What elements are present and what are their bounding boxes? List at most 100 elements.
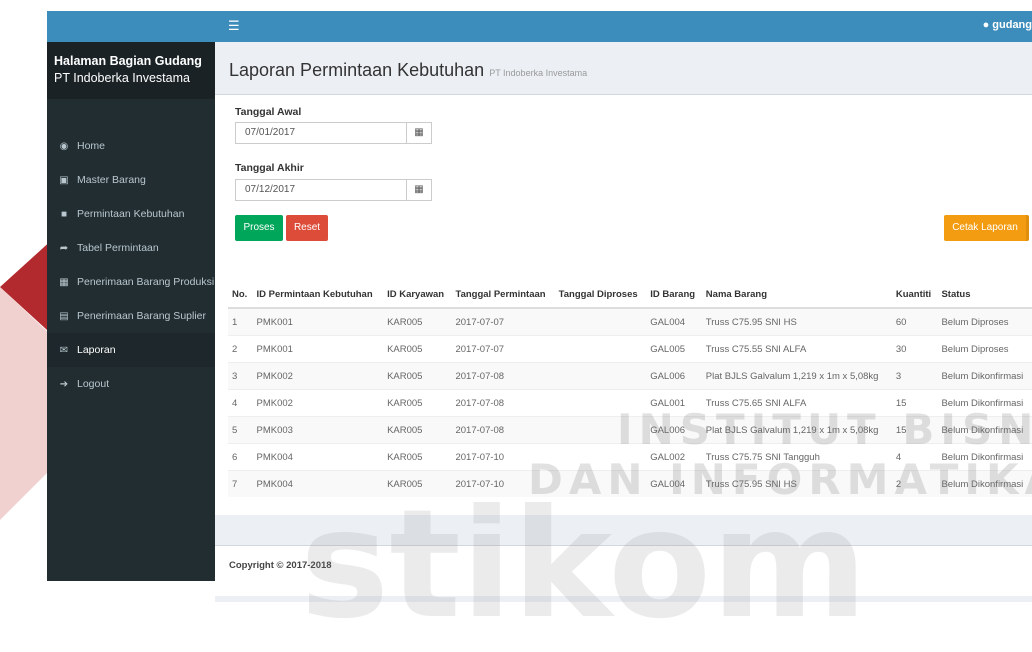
table-cell: PMK004 xyxy=(252,443,384,471)
table-cell: PMK002 xyxy=(252,389,384,417)
content-header: Laporan Permintaan Kebutuhan PT Indoberka… xyxy=(215,42,1032,95)
column-header: Kuantiti xyxy=(891,281,938,309)
sidebar-item-penerimaan-suplier[interactable]: ▤ Penerimaan Barang Suplier xyxy=(47,299,215,333)
table-cell: Belum Dikonfirmasi xyxy=(937,389,1032,417)
table-cell: 60 xyxy=(891,307,938,336)
table-cell: PMK001 xyxy=(252,335,384,363)
share-icon: ➦ xyxy=(59,242,69,254)
column-header: Status xyxy=(937,281,1032,309)
sidebar: Halaman Bagian Gudang PT Indoberka Inves… xyxy=(47,11,215,581)
table-cell: Belum Diproses xyxy=(937,307,1032,336)
calendar-icon[interactable]: ▦ xyxy=(406,180,431,200)
table-cell: 4 xyxy=(891,443,938,471)
table-row: 5 PMK003 KAR005 2017-07-08 GAL006 Plat BJLS G… xyxy=(228,416,1032,444)
table-cell: 2017-07-08 xyxy=(451,389,555,417)
table-cell: GAL001 xyxy=(646,389,702,417)
table-cell: 1 xyxy=(228,307,253,336)
table-row: 7 PMK004 KAR005 2017-07-10 GAL004 Truss C75.9… xyxy=(228,470,1032,497)
table-cell: Belum Dikonfirmasi xyxy=(937,416,1032,444)
table-row: 1 PMK001 KAR005 2017-07-07 GAL004 Truss C75.9… xyxy=(228,307,1032,336)
report-panel: Tanggal Awal 07/01/2017 ▦ Tanggal Akhir … xyxy=(215,95,1032,515)
sign-out-icon: ➔ xyxy=(59,378,69,390)
copyright-text: Copyright © 2017-2018 xyxy=(229,560,332,571)
table-cell: GAL006 xyxy=(646,416,702,444)
bars-icon[interactable]: ☰ xyxy=(228,18,240,34)
table-cell: Plat BJLS Galvalum 1,219 x 1m x 5,08kg xyxy=(701,416,892,444)
column-header: ID Karyawan xyxy=(383,281,452,309)
sidebar-item-logout[interactable]: ➔ Logout xyxy=(47,367,215,401)
table-cell: KAR005 xyxy=(383,362,452,390)
end-date-field[interactable]: 07/12/2017 ▦ xyxy=(235,179,432,201)
table-cell: KAR005 xyxy=(383,443,452,471)
table-cell: Belum Dikonfirmasi xyxy=(937,443,1032,471)
table-cell: 5 xyxy=(228,416,253,444)
table-cell: 4 xyxy=(228,389,253,417)
table-cell: PMK001 xyxy=(252,307,384,336)
sidebar-brand: Halaman Bagian Gudang PT Indoberka Inves… xyxy=(47,42,215,99)
table-cell xyxy=(554,307,647,336)
table-cell: KAR005 xyxy=(383,416,452,444)
table-cell: Plat BJLS Galvalum 1,219 x 1m x 5,08kg xyxy=(701,362,892,390)
cube-icon: ▣ xyxy=(59,174,69,186)
user-menu[interactable]: ● gudang xyxy=(983,19,1032,31)
reset-button[interactable]: Reset xyxy=(286,215,328,241)
content-gap xyxy=(215,515,1032,545)
table-icon: ▦ xyxy=(59,276,69,288)
sidebar-item-master-barang[interactable]: ▣ Master Barang xyxy=(47,163,215,197)
column-header: No. xyxy=(228,281,253,309)
footer: Copyright © 2017-2018 xyxy=(215,545,1032,596)
table-cell: 2017-07-10 xyxy=(451,470,555,497)
table-cell: KAR005 xyxy=(383,470,452,497)
column-header: ID Barang xyxy=(646,281,702,309)
calendar-icon[interactable]: ▦ xyxy=(406,123,431,143)
table-row: 4 PMK002 KAR005 2017-07-08 GAL001 Truss C75.6… xyxy=(228,389,1032,417)
folder-icon: ■ xyxy=(60,208,68,220)
table-cell: 7 xyxy=(228,470,253,497)
report-table: No. ID Permintaan Kebutuhan ID Karyawan … xyxy=(228,281,1032,497)
table-cell xyxy=(554,416,647,444)
sidebar-item-tabel-permintaan[interactable]: ➦ Tabel Permintaan xyxy=(47,231,215,265)
table-cell: 2 xyxy=(891,470,938,497)
process-button[interactable]: Proses xyxy=(235,215,283,241)
table-cell: KAR005 xyxy=(383,307,452,336)
table-cell: 3 xyxy=(228,362,253,390)
table-row: 2 PMK001 KAR005 2017-07-07 GAL005 Truss C75.5… xyxy=(228,335,1032,363)
column-header: Tanggal Permintaan xyxy=(451,281,555,309)
sidebar-item-penerimaan-produksi[interactable]: ▦ Penerimaan Barang Produksi xyxy=(47,265,215,299)
start-date-field[interactable]: 07/01/2017 ▦ xyxy=(235,122,432,144)
table-cell: KAR005 xyxy=(383,335,452,363)
table-cell: Truss C75.65 SNI ALFA xyxy=(701,389,892,417)
table-cell: GAL002 xyxy=(646,443,702,471)
table-cell: GAL005 xyxy=(646,335,702,363)
calendar-icon: ▤ xyxy=(59,310,69,322)
table-cell xyxy=(554,335,647,363)
table-cell: 2017-07-08 xyxy=(451,362,555,390)
table-cell xyxy=(554,389,647,417)
sidebar-item-permintaan-kebutuhan[interactable]: ■ Permintaan Kebutuhan xyxy=(47,197,215,231)
dashboard-icon: ◉ xyxy=(59,140,69,152)
table-cell: Truss C75.55 SNI ALFA xyxy=(701,335,892,363)
sidebar-menu: ◉ Home ▣ Master Barang ■ Permintaan Kebutuh… xyxy=(47,129,215,401)
table-cell: Belum Dikonfirmasi xyxy=(937,470,1032,497)
table-cell: Belum Dikonfirmasi xyxy=(937,362,1032,390)
table-cell: 2 xyxy=(228,335,253,363)
table-cell: PMK003 xyxy=(252,416,384,444)
table-cell: Truss C75.95 SNI HS xyxy=(701,307,892,336)
table-cell: PMK004 xyxy=(252,470,384,497)
table-row: 3 PMK002 KAR005 2017-07-08 GAL006 Plat BJLS G… xyxy=(228,362,1032,390)
sidebar-logo-bar xyxy=(47,11,215,42)
user-icon: ● xyxy=(982,19,990,31)
page-subtitle: PT Indoberka Investama xyxy=(489,68,588,78)
table-cell: 2017-07-10 xyxy=(451,443,555,471)
end-date-label: Tanggal Akhir xyxy=(235,162,304,174)
table-cell: Belum Diproses xyxy=(937,335,1032,363)
table-cell: 2017-07-07 xyxy=(451,307,555,336)
table-cell: 2017-07-07 xyxy=(451,335,555,363)
sidebar-item-laporan[interactable]: ✉ Laporan xyxy=(47,333,215,367)
column-header: Tanggal Diproses xyxy=(554,281,647,309)
print-report-button[interactable]: Cetak Laporan xyxy=(944,215,1029,241)
table-cell: 6 xyxy=(228,443,253,471)
envelope-icon: ✉ xyxy=(59,344,69,356)
brand-company: PT Indoberka Investama xyxy=(54,71,190,85)
sidebar-item-home[interactable]: ◉ Home xyxy=(47,129,215,163)
